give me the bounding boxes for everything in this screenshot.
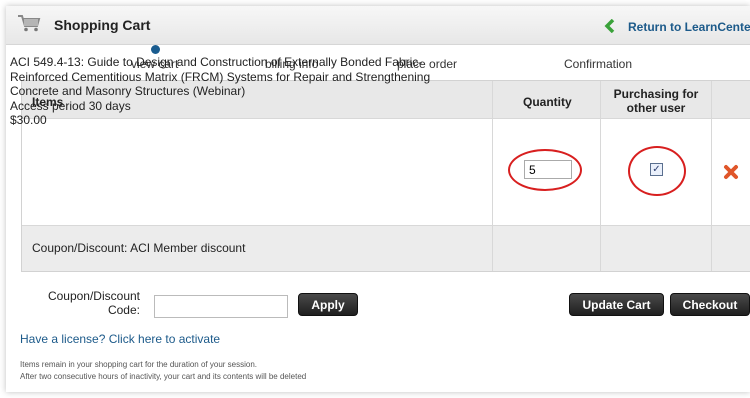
update-cart-button[interactable]: Update Cart: [569, 293, 664, 316]
item-title-line: Concrete and Masonry Structures (Webinar…: [10, 84, 246, 98]
column-divider: [492, 81, 493, 271]
arrow-left-icon: [604, 19, 615, 33]
activate-license-link[interactable]: Have a license? Click here to activate: [20, 332, 220, 346]
item-title-line: ACI 549.4-13: Guide to Design and Constr…: [10, 55, 423, 69]
shopping-cart-icon: [18, 15, 41, 32]
coupon-discount-label: Coupon/Discount: ACI Member discount: [32, 241, 246, 255]
remove-x-icon[interactable]: [723, 164, 739, 180]
purchasing-for-other-user-checkbox[interactable]: ✓: [650, 163, 663, 176]
session-note: Items remain in your shopping cart for t…: [20, 360, 258, 369]
item-description: ACI 549.4-13: Guide to Design and Constr…: [10, 55, 470, 128]
inactivity-note: After two consecutive hours of inactivit…: [20, 372, 307, 381]
coupon-code-input[interactable]: [154, 295, 288, 318]
column-divider: [711, 81, 712, 271]
apply-button[interactable]: Apply: [298, 293, 358, 316]
checkout-button[interactable]: Checkout: [670, 293, 750, 316]
column-divider: [600, 81, 601, 271]
item-title-line: Reinforced Cementitious Matrix (FRCM) Sy…: [10, 69, 431, 84]
return-to-learncenter-link[interactable]: Return to LearnCenter: [628, 20, 750, 34]
active-step-indicator: [151, 45, 160, 54]
coupon-code-label: Coupon/Discount Code:: [47, 289, 140, 317]
item-price: $30.00: [10, 113, 47, 127]
item-access-period: Access period 30 days: [10, 98, 131, 113]
quantity-input[interactable]: [524, 160, 572, 179]
step-confirmation: Confirmation: [564, 57, 633, 71]
purchasing-for-other-user-column-header: Purchasing for other user: [613, 87, 699, 115]
quantity-column-header: Quantity: [523, 95, 572, 109]
page-title: Shopping Cart: [54, 17, 151, 33]
